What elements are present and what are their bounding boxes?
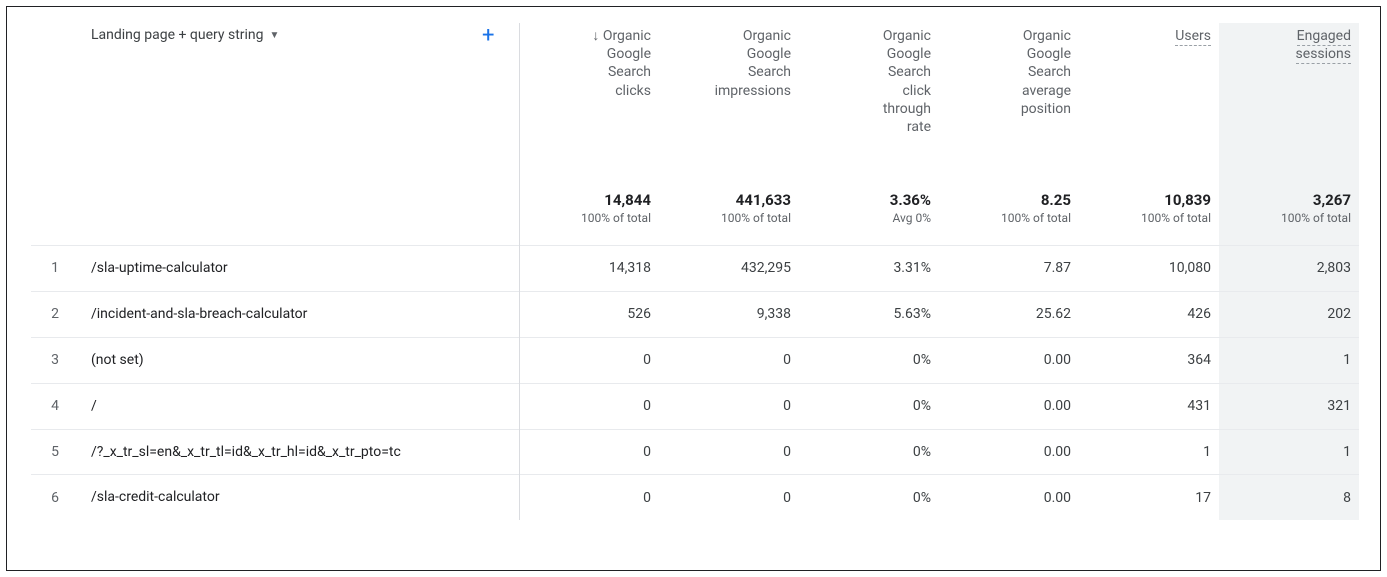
row-metric: 1	[1219, 337, 1359, 383]
data-table: Landing page + query string ▼ + ↓ Organi…	[31, 23, 1359, 520]
row-metric: 0	[659, 475, 799, 520]
row-index: 4	[31, 383, 79, 429]
row-metric: 0	[519, 429, 659, 475]
total-value: 441,633	[667, 191, 791, 209]
chevron-down-icon: ▼	[270, 30, 280, 41]
table-row[interactable]: 2/incident-and-sla-breach-calculator5269…	[31, 291, 1359, 337]
column-label: OrganicGoogleSearchimpressions	[715, 27, 791, 100]
column-label: OrganicGoogleSearchaverageposition	[1021, 27, 1071, 118]
total-subtext: 100% of total	[1087, 211, 1211, 225]
add-dimension-button[interactable]: +	[482, 25, 494, 47]
row-metric: 1	[1219, 429, 1359, 475]
row-metric: 0.00	[939, 429, 1079, 475]
row-index: 3	[31, 337, 79, 383]
row-metric: 9,338	[659, 291, 799, 337]
row-metric: 432,295	[659, 246, 799, 292]
total-cell: 3,267 100% of total	[1219, 183, 1359, 246]
row-dimension[interactable]: /	[79, 383, 519, 429]
row-metric: 364	[1079, 337, 1219, 383]
column-header[interactable]: Users	[1079, 23, 1219, 183]
row-metric: 0	[659, 429, 799, 475]
column-header[interactable]: ↓ OrganicGoogleSearchclicks	[519, 23, 659, 183]
total-subtext: 100% of total	[528, 211, 652, 225]
row-metric: 426	[1079, 291, 1219, 337]
dimension-header: Landing page + query string ▼ +	[79, 23, 519, 183]
row-metric: 0%	[799, 383, 939, 429]
row-dimension[interactable]: /sla-uptime-calculator	[79, 246, 519, 292]
row-metric: 7.87	[939, 246, 1079, 292]
total-value: 3,267	[1227, 191, 1351, 209]
row-metric: 3.31%	[799, 246, 939, 292]
table-row[interactable]: 4/000%0.00431321	[31, 383, 1359, 429]
row-metric: 526	[519, 291, 659, 337]
table-row[interactable]: 3(not set)000%0.003641	[31, 337, 1359, 383]
row-metric: 202	[1219, 291, 1359, 337]
row-metric: 25.62	[939, 291, 1079, 337]
total-subtext: 100% of total	[667, 211, 791, 225]
total-subtext: 100% of total	[1227, 211, 1351, 225]
dimension-picker[interactable]: Landing page + query string ▼	[91, 27, 279, 43]
column-label: OrganicGoogleSearchclickthroughrate	[883, 27, 931, 136]
total-cell: 3.36% Avg 0%	[799, 183, 939, 246]
row-metric: 14,318	[519, 246, 659, 292]
column-header[interactable]: OrganicGoogleSearchclickthroughrate	[799, 23, 939, 183]
row-dimension[interactable]: /incident-and-sla-breach-calculator	[79, 291, 519, 337]
report-card: Landing page + query string ▼ + ↓ Organi…	[6, 6, 1381, 571]
row-metric: 0%	[799, 337, 939, 383]
row-dimension[interactable]: /?_x_tr_sl=en&_x_tr_tl=id&_x_tr_hl=id&_x…	[79, 429, 519, 475]
row-metric: 0%	[799, 475, 939, 520]
total-subtext: Avg 0%	[807, 211, 931, 225]
sort-arrow-icon: ↓	[592, 28, 599, 44]
column-label: OrganicGoogleSearchclicks	[603, 27, 651, 100]
row-index: 2	[31, 291, 79, 337]
table-row[interactable]: 5/?_x_tr_sl=en&_x_tr_tl=id&_x_tr_hl=id&_…	[31, 429, 1359, 475]
row-metric: 0.00	[939, 383, 1079, 429]
row-dimension[interactable]: /sla-credit-calculator	[79, 475, 519, 520]
column-header[interactable]: Engagedsessions	[1219, 23, 1359, 183]
column-header[interactable]: OrganicGoogleSearchaverageposition	[939, 23, 1079, 183]
total-cell: 14,844 100% of total	[519, 183, 659, 246]
row-metric: 5.63%	[799, 291, 939, 337]
row-metric: 2,803	[1219, 246, 1359, 292]
table-row[interactable]: 6/sla-credit-calculator000%0.00178	[31, 475, 1359, 520]
column-label: Users	[1175, 27, 1211, 45]
row-metric: 0	[519, 475, 659, 520]
dimension-label: Landing page + query string	[91, 27, 264, 43]
column-label: Engagedsessions	[1296, 27, 1351, 63]
row-metric: 431	[1079, 383, 1219, 429]
total-value: 10,839	[1087, 191, 1211, 209]
row-metric: 0	[519, 337, 659, 383]
row-dimension[interactable]: (not set)	[79, 337, 519, 383]
row-metric: 321	[1219, 383, 1359, 429]
row-metric: 0.00	[939, 475, 1079, 520]
row-metric: 8	[1219, 475, 1359, 520]
total-value: 8.25	[947, 191, 1071, 209]
total-value: 14,844	[528, 191, 652, 209]
total-cell: 10,839 100% of total	[1079, 183, 1219, 246]
row-metric: 0	[519, 383, 659, 429]
total-cell: 441,633 100% of total	[659, 183, 799, 246]
total-value: 3.36%	[807, 191, 931, 209]
row-metric: 1	[1079, 429, 1219, 475]
row-metric: 10,080	[1079, 246, 1219, 292]
column-header[interactable]: OrganicGoogleSearchimpressions	[659, 23, 799, 183]
total-subtext: 100% of total	[947, 211, 1071, 225]
row-metric: 0	[659, 337, 799, 383]
total-cell: 8.25 100% of total	[939, 183, 1079, 246]
row-metric: 17	[1079, 475, 1219, 520]
table-row[interactable]: 1/sla-uptime-calculator14,318432,2953.31…	[31, 246, 1359, 292]
row-index: 6	[31, 475, 79, 520]
row-metric: 0.00	[939, 337, 1079, 383]
blank-header	[31, 23, 79, 183]
row-metric: 0	[659, 383, 799, 429]
row-metric: 0%	[799, 429, 939, 475]
row-index: 1	[31, 246, 79, 292]
row-index: 5	[31, 429, 79, 475]
